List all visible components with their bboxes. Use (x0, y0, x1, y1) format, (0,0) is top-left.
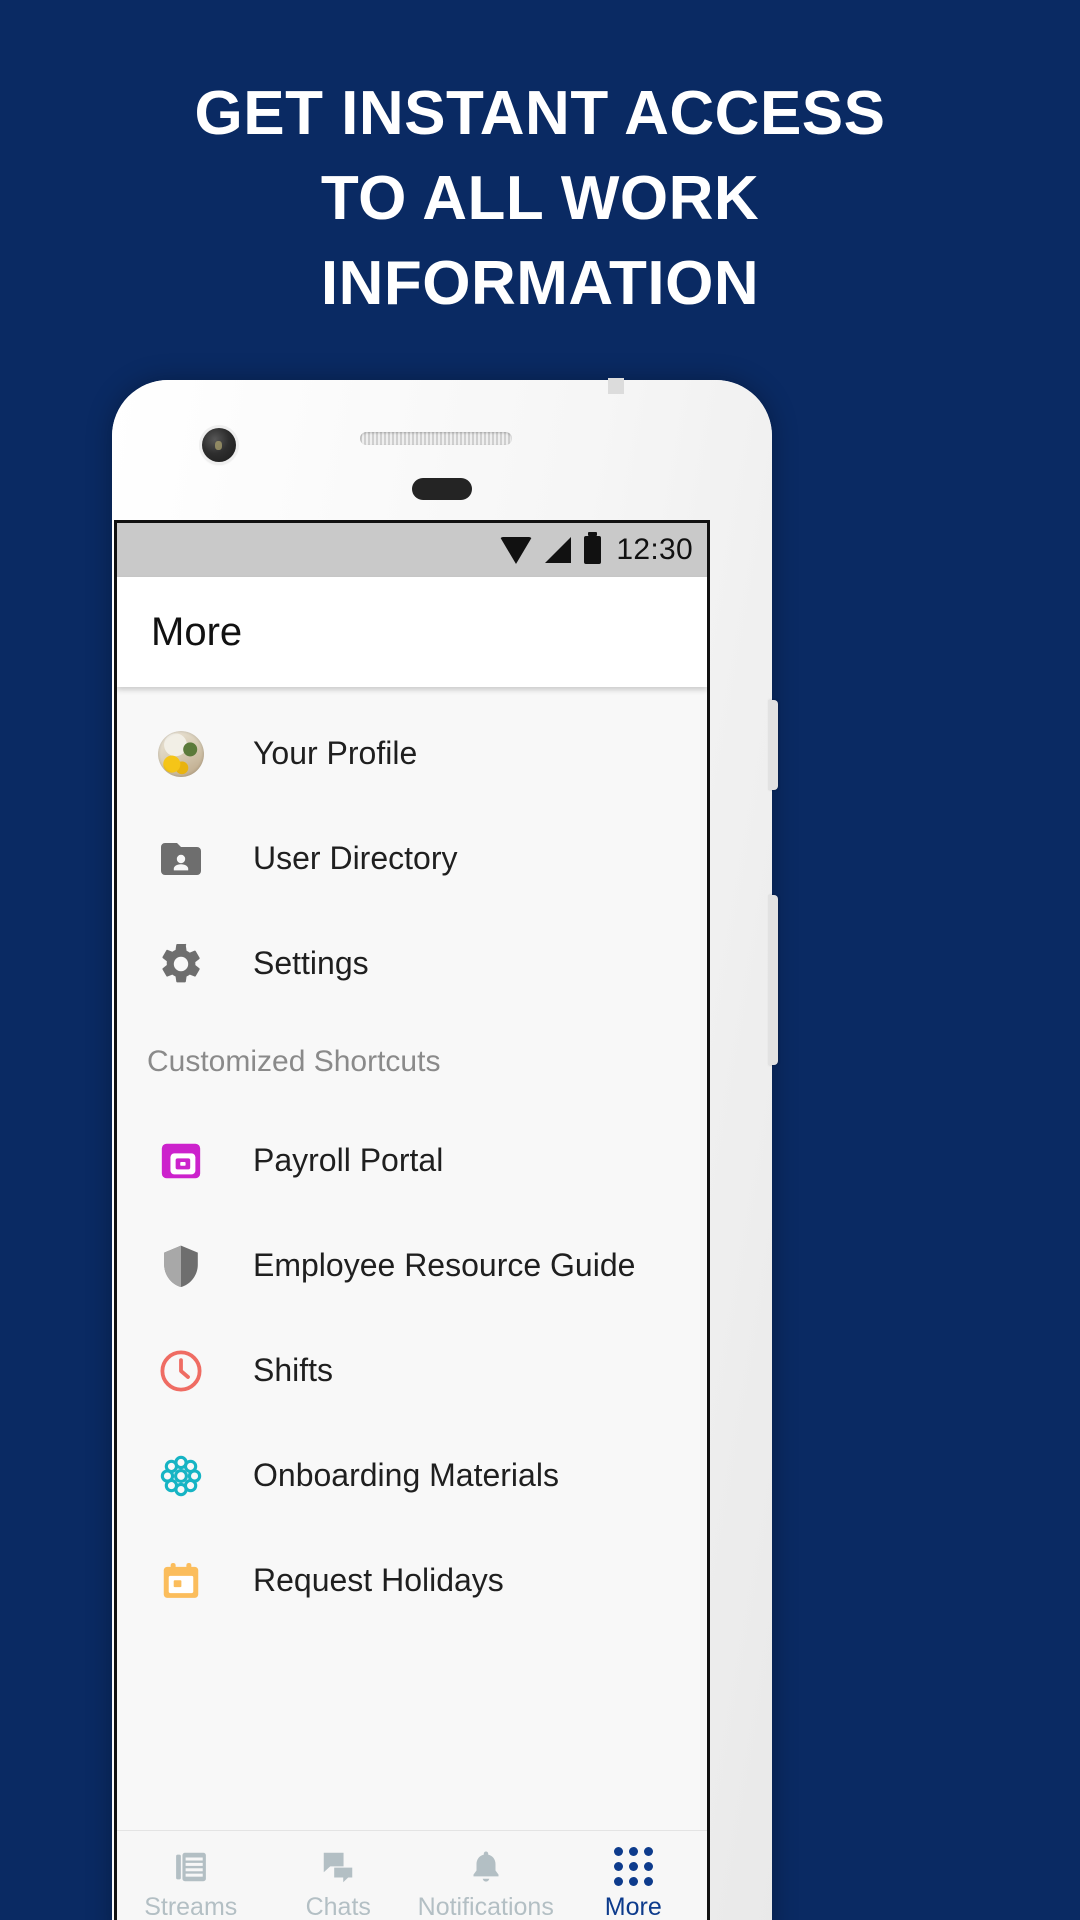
list-item-employee-resource-guide[interactable]: Employee Resource Guide (117, 1213, 707, 1318)
list-item-your-profile[interactable]: Your Profile (117, 701, 707, 806)
list-item-label: Request Holidays (253, 1562, 504, 1598)
gear-icon (147, 940, 215, 988)
status-bar: 12:30 (117, 523, 707, 577)
section-header-customized-shortcuts: Customized Shortcuts (147, 1045, 441, 1078)
calendar-icon (147, 1558, 215, 1604)
streams-list-icon (172, 1848, 210, 1886)
status-bar-clock: 12:30 (616, 533, 693, 566)
front-camera-icon (202, 428, 236, 462)
dot-grid-icon (613, 1847, 653, 1886)
wifi-icon (500, 536, 533, 564)
list-item-onboarding-materials[interactable]: Onboarding Materials (117, 1423, 707, 1528)
bottom-navigation-bar: Streams Chats Notifications More (117, 1830, 707, 1920)
profile-photo-avatar (158, 730, 204, 777)
headline-line-3: INFORMATION (320, 248, 760, 318)
flower-rosette-icon (147, 1451, 215, 1501)
list-item-user-directory[interactable]: User Directory (117, 806, 707, 911)
device-power-button[interactable] (768, 700, 778, 790)
nav-tab-chats[interactable]: Chats (265, 1831, 413, 1920)
nav-tab-notifications[interactable]: Notifications (412, 1831, 560, 1920)
device-top-marker (608, 378, 624, 394)
list-item-shifts[interactable]: Shifts (117, 1318, 707, 1423)
phone-screen: 12:30 More Your Profile User Directory S… (114, 520, 710, 1920)
list-item-label: Settings (253, 945, 369, 981)
nav-tab-streams[interactable]: Streams (117, 1831, 265, 1920)
device-volume-button[interactable] (768, 895, 778, 1065)
app-toolbar: More (117, 577, 707, 687)
list-item-label: User Directory (253, 840, 458, 876)
headline-line-1: GET INSTANT ACCESS (194, 79, 886, 148)
battery-icon (584, 532, 602, 564)
avatar (147, 730, 215, 777)
list-item-label: Employee Resource Guide (253, 1247, 636, 1283)
chat-bubbles-icon (319, 1848, 357, 1886)
bell-icon (467, 1848, 505, 1886)
list-item-label: Shifts (253, 1352, 334, 1388)
wallet-icon (147, 1138, 215, 1184)
shield-icon (147, 1242, 215, 1290)
toolbar-title: More (151, 609, 243, 654)
list-item-label: Your Profile (253, 735, 418, 771)
list-item-label: Onboarding Materials (253, 1457, 559, 1493)
signal-icon (545, 537, 572, 563)
nav-tab-more[interactable]: More (560, 1831, 708, 1920)
list-item-payroll-portal[interactable]: Payroll Portal (117, 1108, 707, 1213)
list-item-settings[interactable]: Settings (117, 911, 707, 1016)
nav-tab-label: Streams (144, 1892, 238, 1920)
nav-tab-label: Notifications (417, 1892, 554, 1920)
nav-tab-label: Chats (305, 1892, 371, 1920)
page-title: GET INSTANT ACCESS TO ALL WORK INFORMATI… (0, 72, 1080, 327)
folder-person-icon (147, 835, 215, 883)
clock-icon (147, 1347, 215, 1395)
list-item-request-holidays[interactable]: Request Holidays (117, 1528, 707, 1633)
phone-device-mockup: 12:30 More Your Profile User Directory S… (112, 378, 778, 1920)
headline-line-2: TO ALL WORK (320, 163, 760, 233)
more-menu-list: Your Profile User Directory Settings Cus… (117, 687, 707, 1830)
earpiece-speaker (360, 432, 512, 445)
list-item-label: Payroll Portal (253, 1142, 444, 1178)
sensor-pill (412, 478, 472, 500)
nav-tab-label: More (604, 1893, 662, 1920)
